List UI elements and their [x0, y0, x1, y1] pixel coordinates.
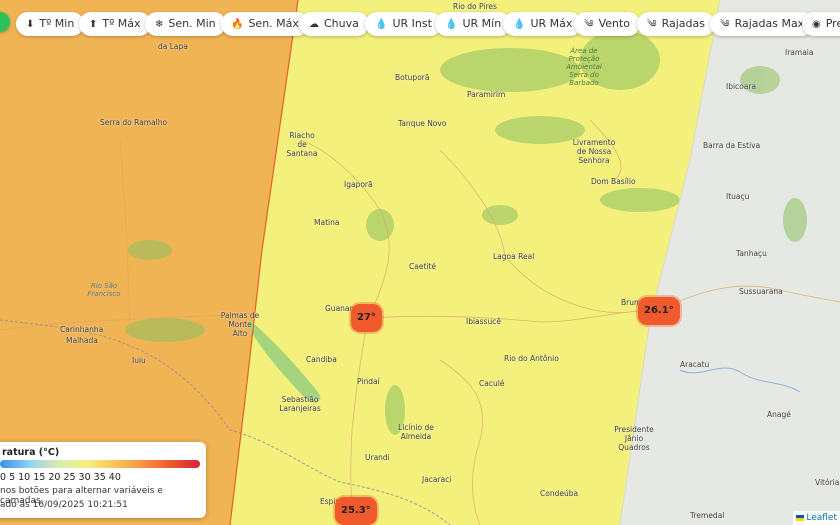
variable-toolbar: ⬇ Tº Min ⬆ Tº Máx ❄ Sen. Min 🔥 Sen. Máx ☁ Chu… — [0, 8, 840, 40]
snowflake-icon: ❄ — [155, 19, 164, 30]
arrow-down-icon: ⬇ — [26, 19, 35, 30]
wind-icon: ༄ — [584, 19, 594, 30]
place-label: Caetité — [409, 262, 437, 271]
place-label: Malhada — [66, 336, 98, 345]
wind-icon: ༄ — [647, 19, 657, 30]
button-ur-inst[interactable]: 💧 UR Inst — [365, 12, 442, 36]
button-chuva[interactable]: ☁ Chuva — [299, 12, 369, 36]
button-label: Chuva — [324, 17, 359, 30]
legend-updated: ado às 16/09/2025 10:21:51 — [0, 500, 128, 510]
place-label: Tanhaçu — [736, 249, 767, 258]
button-ur-max[interactable]: 💧 UR Máx — [503, 12, 583, 36]
button-label: Rajadas — [661, 17, 705, 30]
place-label: Rio do Antônio — [504, 354, 559, 363]
temperature-marker-espinosa[interactable]: 25.3° — [335, 497, 377, 525]
rain-cloud-icon: ☁ — [309, 19, 319, 30]
place-label: Livramento de Nossa Senhora — [572, 138, 616, 165]
legend-title: ratura (°C) — [2, 447, 60, 458]
place-label: Aracatu — [680, 360, 710, 369]
place-label: Carinhanha — [60, 325, 104, 334]
button-rajadas-max[interactable]: ༄ Rajadas Max — [710, 12, 815, 36]
button-label: Tº Min — [39, 17, 75, 30]
button-temp-min[interactable]: ⬇ Tº Min — [16, 12, 85, 36]
place-label: Palmas de Monte Alto — [220, 311, 260, 338]
place-label: Jacaraci — [422, 475, 452, 484]
button-label: Sen. Máx — [248, 17, 299, 30]
button-label: Vento — [598, 17, 631, 30]
place-label: Iramaia — [785, 48, 814, 57]
button-label: UR Máx — [530, 17, 573, 30]
droplet-icon: 💧 — [513, 19, 526, 30]
attribution-link[interactable]: Leaflet — [793, 511, 840, 525]
place-label: Condeúba — [540, 489, 579, 498]
place-label: Tremedal — [690, 511, 725, 520]
button-label: Rajadas Max — [734, 17, 805, 30]
place-label: da Lapa — [158, 42, 188, 51]
place-label: Dom Basílio — [591, 177, 636, 186]
legend-color-scale — [0, 460, 200, 468]
place-label: Licínio de Almeida — [398, 423, 434, 441]
button-label: Pre — [825, 17, 840, 30]
park-label: Área de Proteção Ambiental Serra do Barb… — [566, 47, 602, 87]
gauge-icon: ◉ — [812, 19, 821, 30]
place-label: Ibicoara — [726, 82, 757, 91]
button-label: UR Mín — [462, 17, 502, 30]
place-label: Serra do Ramalho — [100, 118, 168, 127]
button-pressao[interactable]: ◉ Pre — [802, 12, 840, 36]
legend-scale-labels: 0 5 10 15 20 25 30 35 40 — [0, 472, 121, 483]
place-label: Caculé — [479, 379, 505, 388]
wind-icon: ༄ — [720, 19, 730, 30]
place-label: Ibiassucê — [466, 317, 501, 326]
button-label: Sen. Min — [168, 17, 216, 30]
river-label: Rio São Francisco — [87, 282, 121, 298]
arrow-up-icon: ⬆ — [89, 19, 98, 30]
leaflet-flag-icon — [796, 514, 805, 521]
place-label: Tanque Novo — [398, 119, 447, 128]
place-label: Candiba — [306, 355, 337, 364]
place-label: Sussuarana — [739, 287, 783, 296]
button-temp-max[interactable]: ⬆ Tº Máx — [79, 12, 151, 36]
place-label: Lagoa Real — [493, 252, 535, 261]
button-label: Tº Máx — [102, 17, 141, 30]
place-label: Sebastião Laranjeiras — [279, 395, 321, 413]
droplet-icon: 💧 — [375, 19, 388, 30]
button-vento[interactable]: ༄ Vento — [574, 12, 641, 36]
droplet-icon: 💧 — [445, 19, 458, 30]
place-label: Paramirim — [467, 90, 506, 99]
place-label: Pindaí — [357, 377, 380, 386]
temperature-legend: ratura (°C) 0 5 10 15 20 25 30 35 40 nos… — [0, 442, 206, 518]
layer-toggle-button[interactable] — [0, 12, 10, 32]
place-label: Matina — [314, 218, 340, 227]
place-label: Ituaçu — [726, 192, 750, 201]
place-label: Urandi — [365, 453, 390, 462]
button-sens-min[interactable]: ❄ Sen. Min — [145, 12, 226, 36]
place-label: Barra da Estiva — [703, 141, 761, 150]
temperature-marker-brumado[interactable]: 26.1° — [638, 297, 680, 325]
place-label: Botuporã — [395, 73, 430, 82]
place-label: Presidente Jânio Quadros — [614, 425, 654, 452]
place-label: Vitória — [815, 478, 840, 487]
attribution-text: Leaflet — [806, 513, 837, 523]
button-ur-min[interactable]: 💧 UR Mín — [435, 12, 512, 36]
place-label: Igaporã — [344, 180, 373, 189]
place-label: Anagé — [767, 410, 791, 419]
fire-icon: 🔥 — [231, 19, 244, 30]
temperature-marker-guanambi[interactable]: 27° — [351, 304, 382, 332]
button-label: UR Inst — [392, 17, 432, 30]
place-label: Riacho de Santana — [286, 131, 318, 158]
place-label: Iuiu — [132, 356, 146, 365]
button-sens-max[interactable]: 🔥 Sen. Máx — [221, 12, 309, 36]
button-rajadas[interactable]: ༄ Rajadas — [637, 12, 715, 36]
